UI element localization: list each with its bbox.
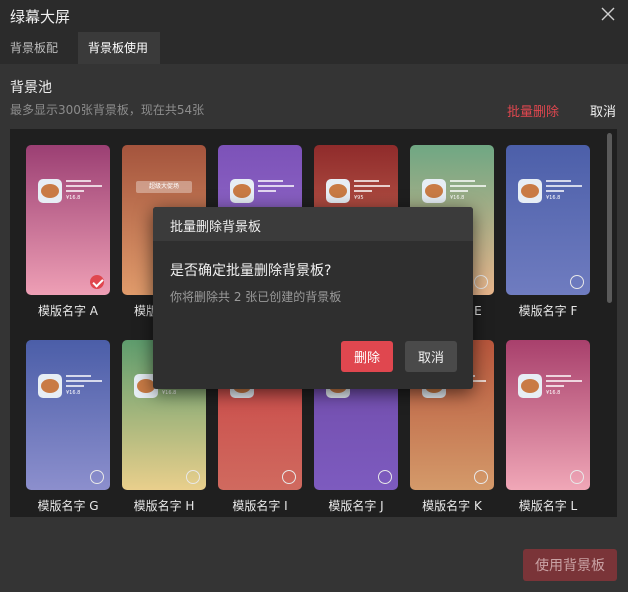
product-price: ¥16.8 (450, 195, 465, 201)
tab-background-use[interactable]: 背景板使用 (78, 32, 160, 64)
product-thumbnail (422, 179, 446, 203)
product-thumbnail (518, 179, 542, 203)
background-card[interactable]: ¥16.8 (506, 340, 590, 490)
card-badge: 超级大促场 (136, 181, 192, 193)
grid-scrollbar[interactable] (607, 133, 612, 303)
card-label: 模版名字 F (518, 304, 578, 318)
select-circle-icon[interactable] (570, 275, 584, 289)
product-thumbnail (230, 179, 254, 203)
background-card[interactable]: ¥16.8 (26, 145, 110, 295)
product-text-lines (546, 375, 582, 390)
tab-background-config[interactable]: 背景板配置 (0, 32, 74, 87)
card-label: 模版名字 K (422, 499, 482, 513)
product-text-lines (354, 180, 390, 195)
dialog-title: 批量删除背景板 (170, 220, 262, 235)
product-price: ¥16.8 (546, 390, 561, 396)
product-text-lines (450, 180, 486, 195)
product-text-lines (66, 180, 102, 195)
use-background-button[interactable]: 使用背景板 (523, 549, 617, 581)
confirm-delete-button[interactable]: 删除 (341, 341, 393, 372)
product-text-lines (258, 180, 294, 195)
window-titlebar: 绿幕大屏 (0, 0, 628, 32)
window-title: 绿幕大屏 (10, 8, 71, 26)
background-card[interactable]: ¥16.8 (26, 340, 110, 490)
cancel-selection-button[interactable]: 取消 (590, 101, 616, 120)
product-thumbnail (518, 374, 542, 398)
product-thumbnail (38, 179, 62, 203)
batch-delete-button[interactable]: 批量删除 (507, 101, 559, 120)
background-card[interactable]: ¥16.8 (506, 145, 590, 295)
product-price: ¥95 (354, 195, 364, 201)
product-price: ¥16.8 (66, 195, 81, 201)
select-circle-icon[interactable] (282, 470, 296, 484)
dialog-cancel-button[interactable]: 取消 (405, 341, 457, 372)
batch-delete-dialog: 批量删除背景板 是否确定批量删除背景板? 你将删除共 2 张已创建的背景板 删除… (153, 207, 473, 389)
product-text-lines (66, 375, 102, 390)
card-label: 模版名字 G (37, 499, 99, 513)
tab-bar: 背景板配置 背景板使用 (0, 32, 628, 87)
select-circle-icon[interactable] (90, 470, 104, 484)
pool-subtitle: 最多显示300张背景板，现在共54张 (10, 103, 205, 117)
close-icon[interactable] (600, 6, 616, 22)
pool-title: 背景池 (10, 80, 52, 96)
product-price: ¥16.8 (162, 390, 177, 396)
select-circle-icon[interactable] (570, 470, 584, 484)
dialog-question: 是否确定批量删除背景板? (170, 263, 332, 279)
select-circle-icon[interactable] (378, 470, 392, 484)
product-text-lines (546, 180, 582, 195)
card-label: 模版名字 L (518, 499, 578, 513)
product-thumbnail (38, 374, 62, 398)
product-thumbnail (326, 179, 350, 203)
dialog-detail: 你将删除共 2 张已创建的背景板 (170, 290, 342, 304)
card-label: 模版名字 A (37, 304, 99, 318)
card-label: 模版名字 H (133, 499, 195, 513)
select-circle-icon[interactable] (186, 470, 200, 484)
card-label: 模版名字 I (232, 499, 288, 513)
select-circle-icon[interactable] (474, 470, 488, 484)
product-price: ¥16.8 (66, 390, 81, 396)
selected-check-icon[interactable] (90, 275, 104, 289)
product-price: ¥16.8 (546, 195, 561, 201)
select-circle-icon[interactable] (474, 275, 488, 289)
card-label: 模版名字 J (328, 499, 384, 513)
